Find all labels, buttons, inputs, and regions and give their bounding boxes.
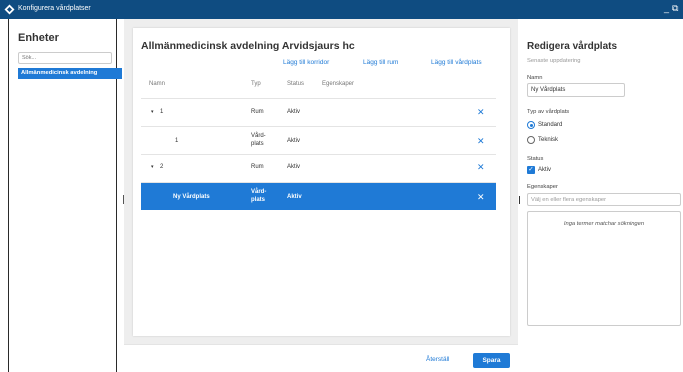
table-row-selected[interactable]: Ny Vårdplats Vård- plats Aktiv ✕ bbox=[141, 182, 496, 210]
close-icon[interactable]: ✕ bbox=[477, 192, 485, 203]
text-cursor bbox=[519, 196, 520, 204]
row-type: Vård- plats bbox=[251, 189, 267, 203]
units-heading: Enheter bbox=[18, 32, 59, 44]
window-titlebar: Konfigurera vårdplatser _ ⧉ bbox=[0, 0, 683, 19]
status-label: Status bbox=[527, 156, 544, 162]
add-room-link[interactable]: Lägg till rum bbox=[363, 59, 398, 66]
editor-heading: Redigera vårdplats bbox=[527, 41, 618, 52]
save-button[interactable]: Spara bbox=[473, 353, 510, 368]
column-header-name[interactable]: Namn bbox=[149, 81, 165, 87]
row-type: Rum bbox=[251, 109, 264, 115]
type-label: Typ av vårdplats bbox=[527, 109, 570, 115]
table-row[interactable]: ▾ 2 Rum Aktiv ✕ bbox=[141, 154, 496, 182]
app-icon bbox=[4, 4, 15, 15]
column-header-type[interactable]: Typ bbox=[251, 81, 261, 87]
chevron-down-icon[interactable]: ▾ bbox=[151, 164, 154, 170]
row-name: 2 bbox=[160, 164, 164, 170]
row-type: Vård- plats bbox=[251, 133, 266, 147]
row-name: 1 bbox=[175, 138, 179, 144]
minimize-button[interactable]: _ bbox=[664, 3, 669, 13]
status-checkbox[interactable]: ✓ bbox=[527, 166, 535, 174]
ward-title: Allmänmedicinsk avdelning Arvidsjaurs hc bbox=[141, 40, 355, 52]
radio-teknisk-label[interactable]: Teknisk bbox=[538, 137, 558, 143]
close-icon[interactable]: ✕ bbox=[477, 136, 485, 147]
status-checkbox-label[interactable]: Aktiv bbox=[538, 167, 551, 173]
column-header-properties[interactable]: Egenskaper bbox=[322, 81, 354, 87]
row-type: Rum bbox=[251, 164, 264, 170]
close-icon[interactable]: ✕ bbox=[477, 107, 485, 118]
editor-panel: Redigera vårdplats Senaste uppdatering N… bbox=[518, 19, 683, 372]
radio-standard[interactable] bbox=[527, 121, 535, 129]
footer-bar: Återställ Spara bbox=[124, 344, 518, 372]
close-icon[interactable]: ✕ bbox=[477, 162, 485, 173]
ward-card: Allmänmedicinsk avdelning Arvidsjaurs hc… bbox=[133, 28, 510, 336]
units-search-input[interactable] bbox=[18, 52, 112, 64]
row-status: Aktiv bbox=[287, 109, 301, 115]
properties-label: Egenskaper bbox=[527, 184, 558, 190]
row-status: Aktiv bbox=[287, 194, 302, 200]
column-header-status[interactable]: Status bbox=[287, 81, 304, 87]
properties-input[interactable]: Välj en eller flera egenskaper bbox=[527, 193, 681, 206]
table-header: Namn Typ Status Egenskaper bbox=[141, 73, 496, 98]
row-status: Aktiv bbox=[287, 138, 301, 144]
add-bed-link[interactable]: Lägg till vårdplats bbox=[431, 59, 482, 66]
radio-standard-label[interactable]: Standard bbox=[538, 122, 562, 128]
row-name: Ny Vårdplats bbox=[173, 194, 210, 200]
table-row[interactable]: 1 Vård- plats Aktiv ✕ bbox=[141, 126, 496, 154]
last-updated-label: Senaste uppdatering bbox=[527, 58, 581, 64]
row-status: Aktiv bbox=[287, 164, 301, 170]
table-row[interactable]: ▾ 1 Rum Aktiv ✕ bbox=[141, 98, 496, 126]
window-title: Konfigurera vårdplatser bbox=[18, 5, 91, 12]
unit-item-allmanmedicinsk[interactable]: Allmänmedicinsk avdelning bbox=[18, 68, 122, 79]
name-field[interactable]: Ny Vårdplats bbox=[527, 83, 625, 97]
name-label: Namn bbox=[527, 75, 543, 81]
no-match-message: Inga termer matchar sökningen bbox=[563, 221, 645, 227]
row-name: 1 bbox=[160, 109, 164, 115]
add-corridor-link[interactable]: Lägg till korridor bbox=[283, 59, 329, 66]
reset-button[interactable]: Återställ bbox=[426, 356, 449, 363]
chevron-down-icon[interactable]: ▾ bbox=[151, 109, 154, 115]
units-panel: Enheter Allmänmedicinsk avdelning bbox=[8, 19, 122, 372]
restore-button[interactable]: ⧉ bbox=[672, 3, 678, 14]
properties-results-list: Inga termer matchar sökningen bbox=[527, 211, 681, 326]
radio-teknisk[interactable] bbox=[527, 136, 535, 144]
